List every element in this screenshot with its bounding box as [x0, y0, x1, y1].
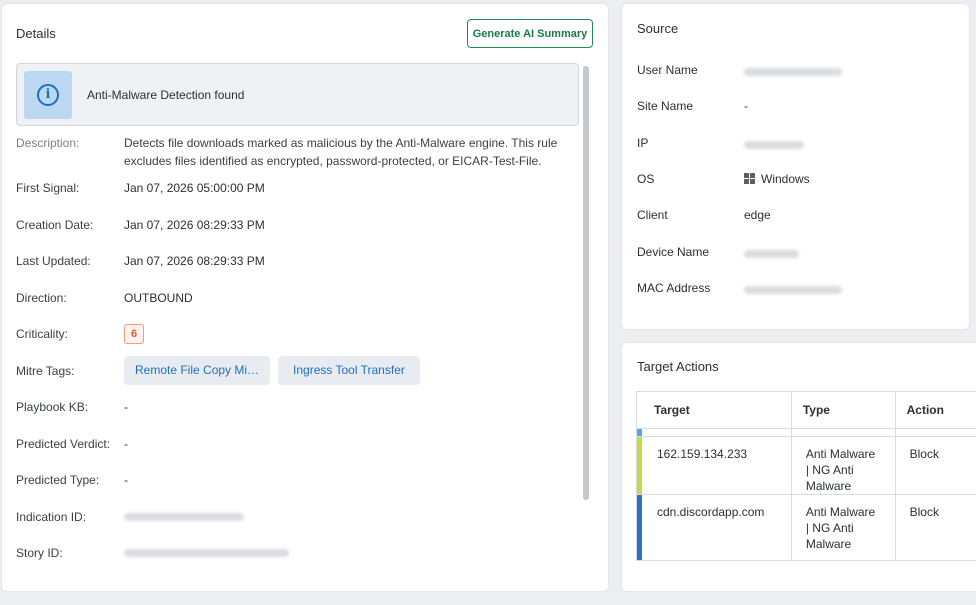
- target-actions-title: Target Actions: [637, 359, 719, 374]
- top-indicator-bar: [637, 429, 642, 436]
- type-line: Malware: [805, 537, 852, 551]
- story-id-label: Story ID:: [16, 546, 63, 560]
- type-line: | NG Anti: [805, 521, 854, 535]
- mitre-tags-label: Mitre Tags:: [16, 364, 75, 378]
- type-line: | NG Anti: [805, 463, 854, 477]
- site-name-value: -: [744, 99, 748, 113]
- source-panel: Source User Name Site Name - IP OS Windo…: [622, 4, 969, 329]
- os-value: Windows: [761, 172, 810, 186]
- direction-row: Direction: OUTBOUND: [16, 289, 193, 307]
- os-value-wrap: Windows: [744, 172, 810, 186]
- details-panel: Details Generate AI Summary i Anti-Malwa…: [2, 4, 608, 591]
- last-updated-row: Last Updated: Jan 07, 2026 08:29:33 PM: [16, 252, 265, 270]
- target-value: 162.159.134.233: [657, 447, 748, 461]
- predicted-type-value: -: [124, 473, 128, 487]
- user-name-row: User Name: [637, 63, 842, 77]
- type-line: Anti Malware: [805, 447, 876, 461]
- info-icon: i: [37, 83, 59, 106]
- column-header-target[interactable]: Target: [636, 391, 792, 429]
- mac-row: MAC Address: [637, 281, 842, 295]
- type-line: Malware: [805, 479, 852, 493]
- device-name-redacted: [744, 250, 799, 258]
- generate-ai-summary-button[interactable]: Generate AI Summary: [467, 19, 593, 48]
- table-row-top-strip: [636, 428, 976, 437]
- site-name-row: Site Name -: [637, 99, 748, 113]
- client-label: Client: [637, 208, 668, 222]
- os-label: OS: [637, 172, 655, 186]
- action-value: Block: [895, 436, 976, 495]
- predicted-type-label: Predicted Type:: [16, 473, 100, 487]
- ip-redacted: [744, 141, 804, 149]
- device-name-row: Device Name: [637, 245, 799, 259]
- user-name-redacted: [744, 68, 842, 76]
- predicted-verdict-value: -: [124, 437, 128, 451]
- playbook-value: -: [124, 400, 128, 414]
- last-updated-value: Jan 07, 2026 08:29:33 PM: [124, 254, 265, 268]
- site-name-label: Site Name: [637, 99, 694, 113]
- target-actions-table: Target Type Action 162.159.134.233 Anti …: [636, 391, 976, 561]
- column-header-action[interactable]: Action: [895, 391, 976, 429]
- target-value: cdn.discordapp.com: [657, 505, 765, 519]
- windows-icon: [744, 173, 755, 184]
- criticality-row: Criticality: 6: [16, 324, 144, 344]
- ip-label: IP: [637, 136, 649, 150]
- scrollbar-thumb[interactable]: [583, 66, 589, 500]
- details-title: Details: [16, 26, 56, 41]
- creation-date-value: Jan 07, 2026 08:29:33 PM: [124, 218, 265, 232]
- column-header-type[interactable]: Type: [791, 391, 896, 429]
- user-name-label: User Name: [637, 63, 698, 77]
- action-value: Block: [895, 494, 976, 561]
- direction-label: Direction:: [16, 291, 67, 305]
- predicted-verdict-label: Predicted Verdict:: [16, 437, 111, 451]
- details-scrollbar[interactable]: [581, 64, 591, 574]
- device-name-label: Device Name: [637, 245, 710, 259]
- story-id-redacted: [124, 549, 289, 557]
- description-row: Description: Detects file downloads mark…: [16, 134, 564, 170]
- story-id-row: Story ID:: [16, 544, 289, 562]
- creation-date-row: Creation Date: Jan 07, 2026 08:29:33 PM: [16, 216, 265, 234]
- first-signal-value: Jan 07, 2026 05:00:00 PM: [124, 181, 265, 195]
- banner-text: Anti-Malware Detection found: [87, 87, 245, 102]
- row-indicator-bar: [637, 437, 642, 494]
- detection-banner: i Anti-Malware Detection found: [16, 63, 579, 126]
- criticality-badge: 6: [124, 324, 144, 344]
- direction-value: OUTBOUND: [124, 291, 193, 305]
- client-row: Client edge: [637, 208, 771, 222]
- type-cell: Anti Malware | NG Anti Malware: [791, 494, 896, 561]
- mitre-tags-row: Mitre Tags: Remote File Copy Mi… Ingress…: [16, 356, 428, 385]
- indication-id-row: Indication ID:: [16, 508, 244, 526]
- first-signal-label: First Signal:: [16, 181, 80, 195]
- predicted-verdict-row: Predicted Verdict: -: [16, 435, 128, 453]
- playbook-row: Playbook KB: -: [16, 398, 128, 416]
- indication-id-label: Indication ID:: [16, 510, 87, 524]
- type-line: Anti Malware: [805, 505, 876, 519]
- source-title: Source: [637, 21, 679, 36]
- table-row[interactable]: cdn.discordapp.com Anti Malware | NG Ant…: [636, 494, 976, 561]
- criticality-label: Criticality:: [16, 327, 69, 341]
- description-value: Detects file downloads marked as malicio…: [124, 136, 558, 168]
- client-value: edge: [744, 208, 771, 222]
- row-indicator-bar: [637, 495, 642, 560]
- ip-row: IP: [637, 136, 804, 150]
- mac-label: MAC Address: [637, 281, 711, 295]
- mac-redacted: [744, 286, 842, 294]
- table-row[interactable]: 162.159.134.233 Anti Malware | NG Anti M…: [636, 436, 976, 495]
- predicted-type-row: Predicted Type: -: [16, 471, 128, 489]
- mitre-tag-remote-file-copy[interactable]: Remote File Copy Mi…: [124, 356, 271, 385]
- type-cell: Anti Malware | NG Anti Malware: [791, 436, 896, 495]
- os-row: OS Windows: [637, 172, 810, 186]
- last-updated-label: Last Updated:: [16, 254, 91, 268]
- info-icon-box: i: [24, 70, 72, 119]
- playbook-label: Playbook KB:: [16, 400, 89, 414]
- indication-id-redacted: [124, 513, 244, 521]
- description-label: Description:: [16, 136, 80, 150]
- first-signal-row: First Signal: Jan 07, 2026 05:00:00 PM: [16, 179, 265, 197]
- creation-date-label: Creation Date:: [16, 218, 94, 232]
- mitre-tag-ingress-tool-transfer[interactable]: Ingress Tool Transfer: [278, 356, 420, 385]
- target-actions-panel: Target Actions Target Type Action 162.15…: [622, 343, 976, 591]
